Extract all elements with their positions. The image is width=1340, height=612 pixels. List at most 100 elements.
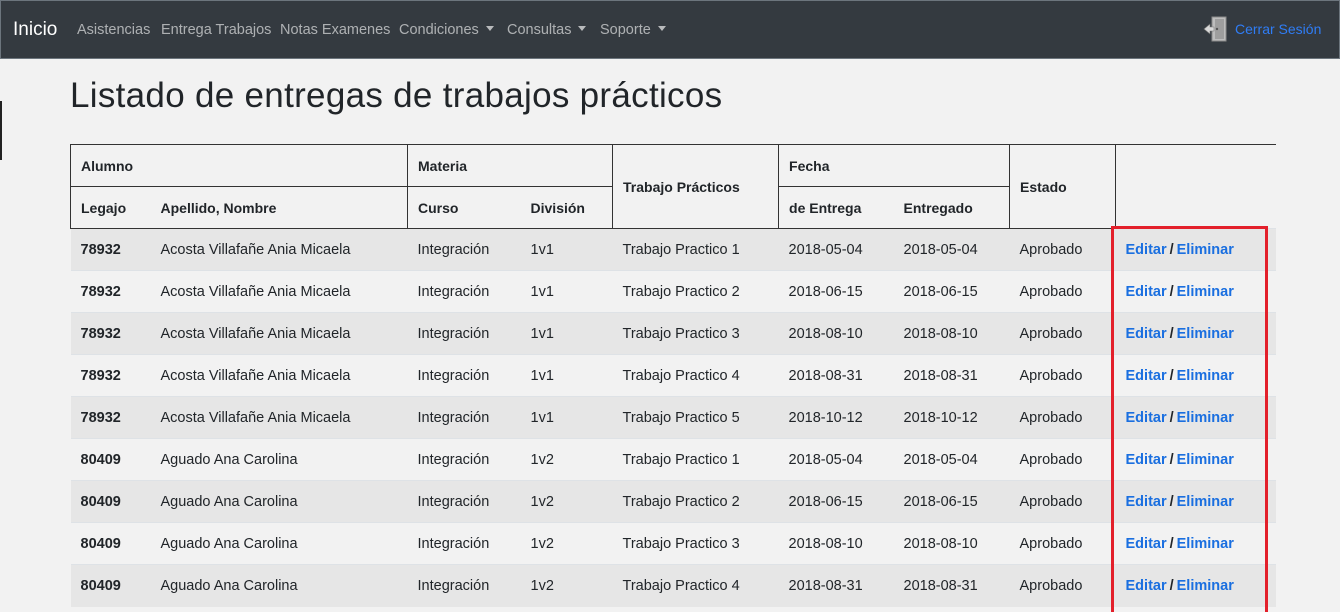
cell-estado: Aprobado [1009, 480, 1116, 523]
edit-link[interactable]: Editar [1126, 494, 1167, 510]
edit-link[interactable]: Editar [1126, 578, 1167, 594]
cell-actions: Editar / Eliminar [1115, 354, 1276, 397]
cell-legajo: 80409 [70, 522, 151, 565]
cell-actions: Editar / Eliminar [1115, 228, 1276, 271]
nav-entrega-trabajos[interactable]: Entrega Trabajos [161, 22, 271, 38]
cell-estado: Aprobado [1009, 354, 1116, 397]
edit-link[interactable]: Editar [1126, 452, 1167, 468]
cell-curso: Integración [407, 438, 521, 481]
header-fecha: Fecha [778, 144, 1010, 187]
nav-notas-examenes[interactable]: Notas Examenes [280, 22, 390, 38]
cell-entregado: 2018-08-31 [893, 354, 1010, 397]
nav-soporte-dropdown[interactable]: Soporte [600, 22, 666, 38]
header-apellido-nombre: Apellido, Nombre [150, 186, 408, 229]
nav-condiciones-dropdown[interactable]: Condiciones [399, 22, 494, 38]
table-row: 78932 Acosta Villafañe Ania Micaela Integr… [70, 270, 1276, 313]
cell-estado: Aprobado [1009, 228, 1116, 271]
cell-trabajo: Trabajo Practico 4 [612, 564, 779, 607]
cell-legajo: 80409 [70, 564, 151, 607]
cell-curso: Integración [407, 522, 521, 565]
cell-division: 1v2 [520, 438, 613, 481]
cell-division: 1v2 [520, 480, 613, 523]
delete-link[interactable]: Eliminar [1177, 284, 1234, 300]
delete-link[interactable]: Eliminar [1177, 578, 1234, 594]
cell-entregado: 2018-06-15 [893, 480, 1010, 523]
action-separator: / [1169, 409, 1174, 426]
cell-curso: Integración [407, 270, 521, 313]
cell-legajo: 80409 [70, 438, 151, 481]
edit-link[interactable]: Editar [1126, 410, 1167, 426]
cell-estado: Aprobado [1009, 312, 1116, 355]
delete-link[interactable]: Eliminar [1177, 494, 1234, 510]
cell-actions: Editar / Eliminar [1115, 270, 1276, 313]
cell-entregado: 2018-08-10 [893, 522, 1010, 565]
cell-entregado: 2018-08-31 [893, 564, 1010, 607]
table-row: 78932 Acosta Villafañe Ania Micaela Integr… [70, 354, 1276, 397]
header-actions [1115, 144, 1276, 229]
cell-entregado: 2018-05-04 [893, 438, 1010, 481]
cell-trabajo: Trabajo Practico 1 [612, 438, 779, 481]
page-title: Listado de entregas de trabajos práctico… [70, 76, 723, 115]
table-row: 80409 Aguado Ana Carolina Integración 1v2 Tr… [70, 564, 1276, 607]
nav-consultas-label: Consultas [507, 22, 572, 38]
header-materia: Materia [407, 144, 613, 187]
cell-curso: Integración [407, 354, 521, 397]
delete-link[interactable]: Eliminar [1177, 326, 1234, 342]
edit-link[interactable]: Editar [1126, 242, 1167, 258]
header-de-entrega: de Entrega [778, 186, 894, 229]
cell-trabajo: Trabajo Practico 1 [612, 228, 779, 271]
action-separator: / [1169, 493, 1174, 510]
brand-link[interactable]: Inicio [13, 19, 57, 41]
cell-division: 1v1 [520, 228, 613, 271]
cell-apellido-nombre: Acosta Villafañe Ania Micaela [150, 270, 408, 313]
cell-estado: Aprobado [1009, 522, 1116, 565]
cell-apellido-nombre: Acosta Villafañe Ania Micaela [150, 396, 408, 439]
caret-down-icon [578, 25, 587, 31]
cell-legajo: 78932 [70, 228, 151, 271]
nav-asistencias[interactable]: Asistencias [77, 22, 150, 38]
cell-actions: Editar / Eliminar [1115, 396, 1276, 439]
cell-division: 1v1 [520, 312, 613, 355]
table-row: 80409 Aguado Ana Carolina Integración 1v2 Tr… [70, 480, 1276, 523]
action-separator: / [1169, 283, 1174, 300]
cell-division: 1v1 [520, 270, 613, 313]
delete-link[interactable]: Eliminar [1177, 242, 1234, 258]
cell-estado: Aprobado [1009, 396, 1116, 439]
cell-curso: Integración [407, 396, 521, 439]
cell-actions: Editar / Eliminar [1115, 312, 1276, 355]
cell-division: 1v1 [520, 354, 613, 397]
cell-actions: Editar / Eliminar [1115, 438, 1276, 481]
cell-de-entrega: 2018-05-04 [778, 228, 894, 271]
edit-link[interactable]: Editar [1126, 284, 1167, 300]
door-exit-icon[interactable] [1203, 15, 1229, 43]
header-alumno: Alumno [69, 144, 408, 187]
entregas-table: Alumno Materia Trabajo Prácticos Fecha E… [69, 144, 1276, 607]
top-navbar: Inicio Asistencias Entrega Trabajos Nota… [0, 0, 1340, 59]
cell-apellido-nombre: Aguado Ana Carolina [150, 564, 408, 607]
delete-link[interactable]: Eliminar [1177, 452, 1234, 468]
cell-de-entrega: 2018-08-31 [778, 354, 894, 397]
delete-link[interactable]: Eliminar [1177, 536, 1234, 552]
header-curso: Curso [407, 186, 521, 229]
action-separator: / [1169, 241, 1174, 258]
delete-link[interactable]: Eliminar [1177, 368, 1234, 384]
action-separator: / [1169, 577, 1174, 594]
logout-link[interactable]: Cerrar Sesión [1235, 21, 1321, 37]
cell-de-entrega: 2018-08-10 [778, 312, 894, 355]
table-group-header-row: Alumno Materia Trabajo Prácticos Fecha E… [69, 144, 1276, 229]
edit-link[interactable]: Editar [1126, 368, 1167, 384]
cell-de-entrega: 2018-08-10 [778, 522, 894, 565]
cell-estado: Aprobado [1009, 564, 1116, 607]
header-trabajo: Trabajo Prácticos [612, 144, 779, 229]
cell-division: 1v1 [520, 396, 613, 439]
cell-legajo: 80409 [70, 480, 151, 523]
cell-actions: Editar / Eliminar [1115, 522, 1276, 565]
caret-down-icon [485, 25, 494, 31]
delete-link[interactable]: Eliminar [1177, 410, 1234, 426]
edit-link[interactable]: Editar [1126, 326, 1167, 342]
action-separator: / [1169, 325, 1174, 342]
edit-link[interactable]: Editar [1126, 536, 1167, 552]
nav-consultas-dropdown[interactable]: Consultas [507, 22, 587, 38]
action-separator: / [1169, 367, 1174, 384]
cell-actions: Editar / Eliminar [1115, 480, 1276, 523]
